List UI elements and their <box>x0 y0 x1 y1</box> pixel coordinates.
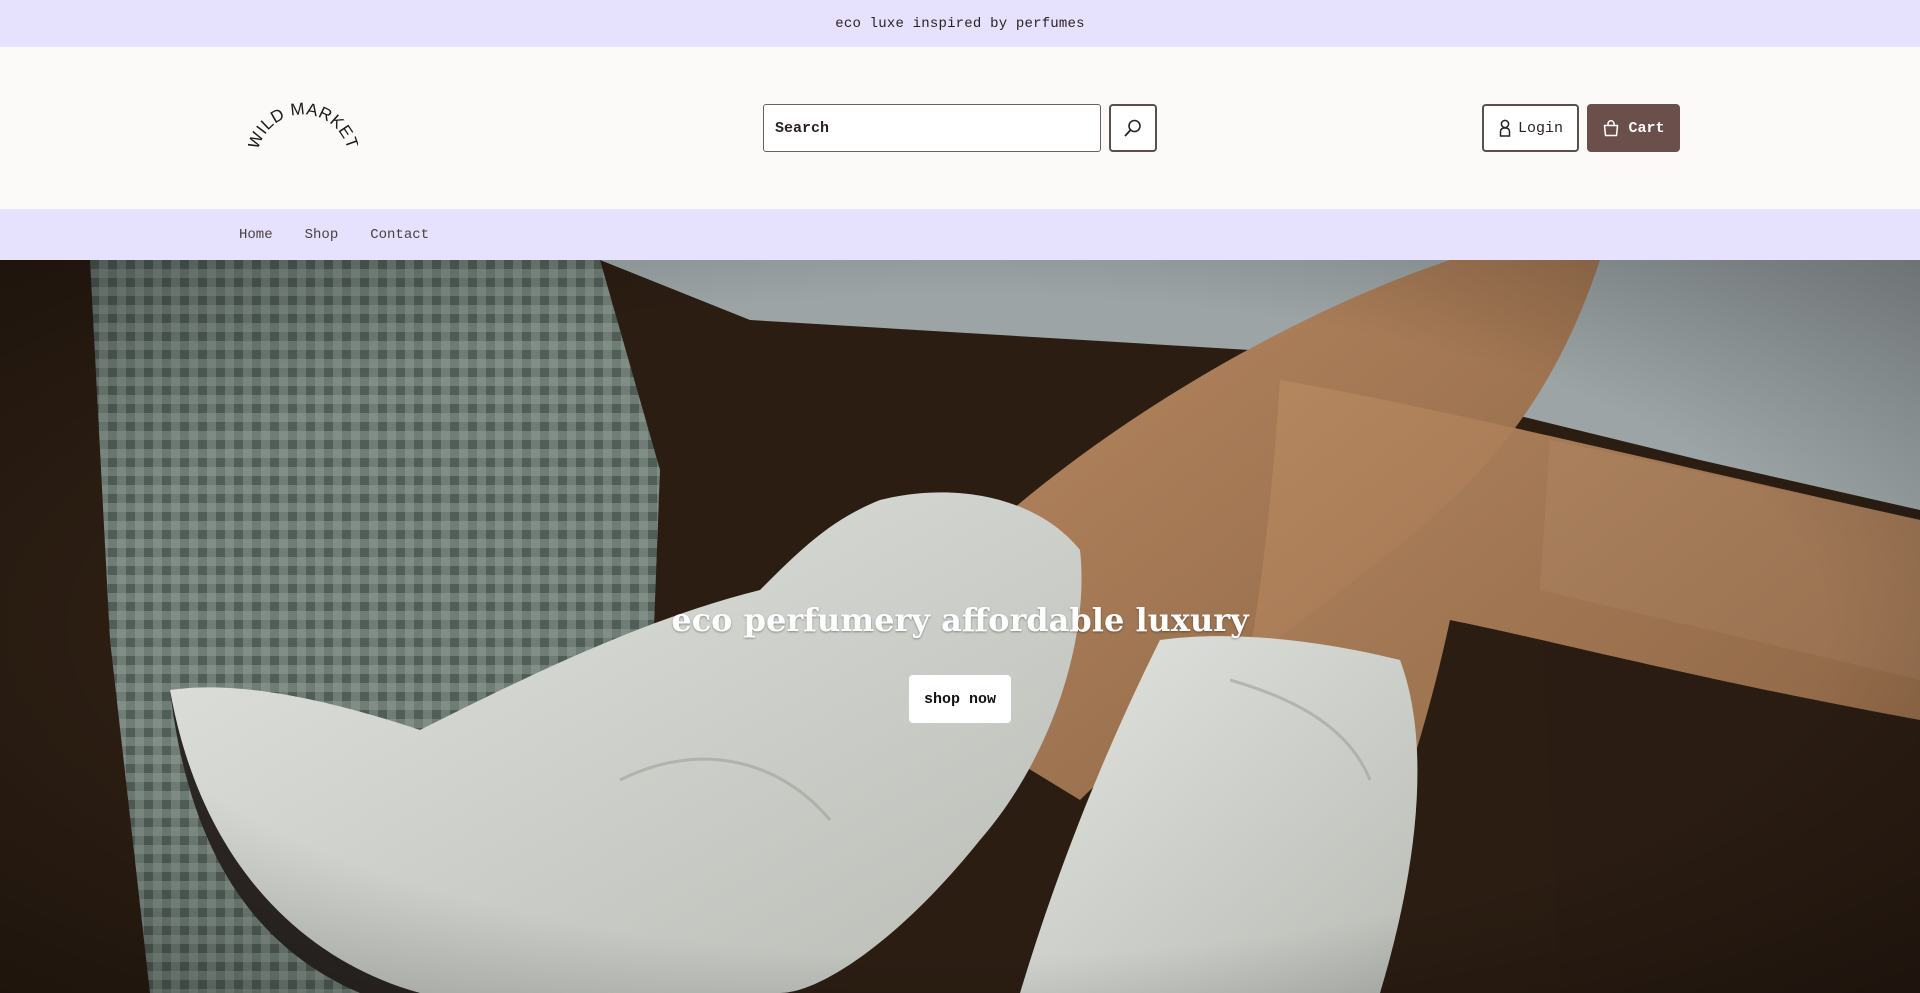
logo-image: WILD MARKET <box>244 99 362 151</box>
cart-button[interactable]: Cart <box>1587 104 1680 152</box>
logo-text: WILD MARKET <box>244 99 362 151</box>
nav-item-shop[interactable]: Shop <box>305 227 339 243</box>
main-nav: Home Shop Contact <box>0 209 1920 260</box>
search-icon <box>1124 119 1141 137</box>
user-icon <box>1499 119 1511 137</box>
search-button[interactable] <box>1109 104 1157 152</box>
hero-banner: eco perfumery affordable luxury shop now <box>0 260 1920 993</box>
search-bar <box>763 104 1157 152</box>
announcement-bar: eco luxe inspired by perfumes <box>0 0 1920 47</box>
announcement-text: eco luxe inspired by perfumes <box>835 15 1085 32</box>
nav-item-contact[interactable]: Contact <box>370 227 429 243</box>
nav-item-home[interactable]: Home <box>239 227 273 243</box>
cart-label: Cart <box>1628 119 1665 137</box>
logo[interactable]: WILD MARKET <box>244 89 362 159</box>
shop-now-button[interactable]: shop now <box>909 675 1011 723</box>
bag-icon <box>1604 120 1619 137</box>
login-label: Login <box>1517 119 1563 137</box>
hero-title: eco perfumery affordable luxury <box>671 601 1249 639</box>
login-button[interactable]: Login <box>1482 104 1579 152</box>
header-actions: Login Cart <box>1482 104 1680 152</box>
search-input[interactable] <box>763 104 1101 152</box>
site-header: WILD MARKET Login Cart <box>0 47 1920 209</box>
svg-text:WILD MARKET: WILD MARKET <box>248 99 358 151</box>
